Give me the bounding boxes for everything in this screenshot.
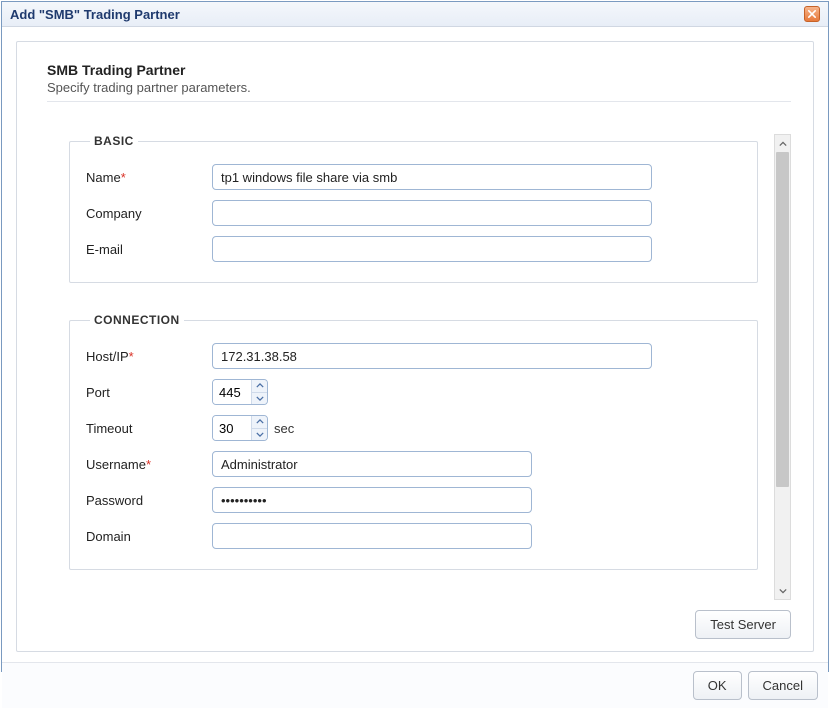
row-email: E-mail <box>86 236 741 262</box>
close-button[interactable] <box>804 6 820 22</box>
port-input[interactable] <box>213 380 251 404</box>
timeout-step-up[interactable] <box>252 416 267 429</box>
vertical-scrollbar[interactable] <box>774 134 791 600</box>
dialog: Add "SMB" Trading Partner SMB Trading Pa… <box>1 1 829 672</box>
dialog-body: SMB Trading Partner Specify trading part… <box>2 27 828 662</box>
connection-group: CONNECTION Host/IP* Port <box>69 313 758 570</box>
timeout-input[interactable] <box>213 416 251 440</box>
username-input[interactable] <box>212 451 532 477</box>
row-password: Password <box>86 487 741 513</box>
username-label: Username* <box>86 457 212 472</box>
timeout-step-down[interactable] <box>252 429 267 441</box>
required-marker: * <box>129 349 134 364</box>
chevron-down-icon <box>256 432 264 437</box>
email-input[interactable] <box>212 236 652 262</box>
domain-input[interactable] <box>212 523 532 549</box>
chevron-up-icon <box>256 419 264 424</box>
titlebar: Add "SMB" Trading Partner <box>2 2 828 27</box>
basic-group: BASIC Name* Company E-mail <box>69 134 758 283</box>
name-label: Name* <box>86 170 212 185</box>
company-label: Company <box>86 206 212 221</box>
chevron-up-icon <box>779 141 787 147</box>
scroll-up-button[interactable] <box>775 135 790 152</box>
divider <box>47 101 791 102</box>
timeout-label: Timeout <box>86 421 212 436</box>
host-label: Host/IP* <box>86 349 212 364</box>
dialog-footer: OK Cancel <box>2 662 828 708</box>
scroll-down-button[interactable] <box>775 582 790 599</box>
row-domain: Domain <box>86 523 741 549</box>
email-label: E-mail <box>86 242 212 257</box>
ok-button[interactable]: OK <box>693 671 742 700</box>
row-name: Name* <box>86 164 741 190</box>
panel-title: SMB Trading Partner <box>47 62 791 78</box>
timeout-stepper <box>251 416 267 440</box>
scroll-area: BASIC Name* Company E-mail <box>47 134 791 600</box>
port-spinner <box>212 379 268 405</box>
port-step-up[interactable] <box>252 380 267 393</box>
inner-panel: SMB Trading Partner Specify trading part… <box>16 41 814 652</box>
panel-header: SMB Trading Partner Specify trading part… <box>47 62 791 102</box>
port-step-down[interactable] <box>252 393 267 405</box>
scroll-thumb[interactable] <box>776 152 789 487</box>
timeout-unit: sec <box>274 421 294 436</box>
row-username: Username* <box>86 451 741 477</box>
row-company: Company <box>86 200 741 226</box>
scroll-track[interactable] <box>775 152 790 582</box>
row-timeout: Timeout sec <box>86 415 741 441</box>
basic-legend: BASIC <box>90 134 138 148</box>
chevron-up-icon <box>256 383 264 388</box>
row-host: Host/IP* <box>86 343 741 369</box>
password-input[interactable] <box>212 487 532 513</box>
port-label: Port <box>86 385 212 400</box>
chevron-down-icon <box>256 396 264 401</box>
panel-subtitle: Specify trading partner parameters. <box>47 80 791 95</box>
connection-legend: CONNECTION <box>90 313 184 327</box>
panel-footer: Test Server <box>47 600 791 639</box>
company-input[interactable] <box>212 200 652 226</box>
port-stepper <box>251 380 267 404</box>
host-input[interactable] <box>212 343 652 369</box>
password-label: Password <box>86 493 212 508</box>
chevron-down-icon <box>779 588 787 594</box>
form-area: BASIC Name* Company E-mail <box>47 134 770 600</box>
close-icon <box>808 10 816 18</box>
row-port: Port <box>86 379 741 405</box>
dialog-title: Add "SMB" Trading Partner <box>10 7 180 22</box>
required-marker: * <box>121 170 126 185</box>
test-server-button[interactable]: Test Server <box>695 610 791 639</box>
domain-label: Domain <box>86 529 212 544</box>
required-marker: * <box>146 457 151 472</box>
cancel-button[interactable]: Cancel <box>748 671 818 700</box>
timeout-spinner <box>212 415 268 441</box>
name-input[interactable] <box>212 164 652 190</box>
